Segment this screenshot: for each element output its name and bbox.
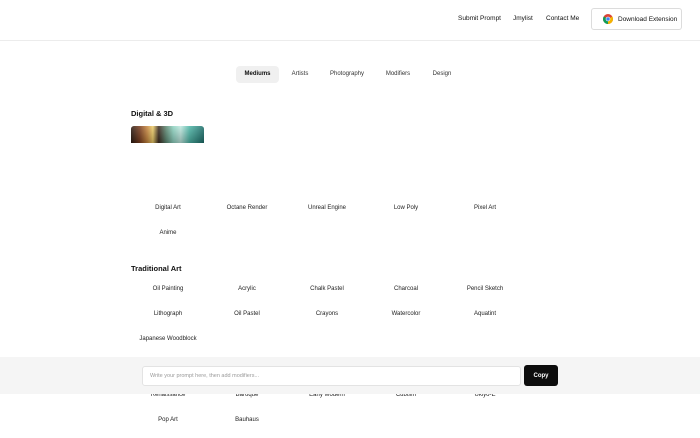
option-item[interactable]: Pop Art xyxy=(131,417,205,423)
section-title-traditional: Traditional Art xyxy=(131,264,182,273)
option-item[interactable]: Charcoal xyxy=(369,286,443,292)
nav-jmylist-link[interactable]: Jmylist xyxy=(513,15,533,22)
option-item[interactable]: Oil Pastel xyxy=(210,311,284,317)
option-item[interactable]: Aquatint xyxy=(448,311,522,317)
option-item[interactable]: Pixel Art xyxy=(448,205,522,211)
copy-button[interactable]: Copy xyxy=(524,365,558,386)
option-item[interactable]: Watercolor xyxy=(369,311,443,317)
option-item[interactable]: Crayons xyxy=(290,311,364,317)
option-item[interactable]: Japanese Woodblock xyxy=(131,336,205,342)
option-item[interactable]: Lithograph xyxy=(131,311,205,317)
top-navbar: Submit Prompt Jmylist Contact Me Downloa… xyxy=(0,0,700,41)
option-item[interactable]: Octane Render xyxy=(210,205,284,211)
option-item[interactable]: Oil Painting xyxy=(131,286,205,292)
chrome-icon xyxy=(603,14,613,24)
section-title-digital: Digital & 3D xyxy=(131,109,174,118)
nav-submit-prompt-link[interactable]: Submit Prompt xyxy=(458,15,501,22)
tab-mediums[interactable]: Mediums xyxy=(236,66,279,83)
option-item[interactable]: Bauhaus xyxy=(210,417,284,423)
download-extension-button[interactable]: Download Extension xyxy=(591,8,682,30)
preview-image xyxy=(131,126,204,143)
option-item[interactable]: Anime xyxy=(131,230,205,236)
option-item[interactable]: Digital Art xyxy=(131,205,205,211)
nav-contact-me-link[interactable]: Contact Me xyxy=(546,15,579,22)
option-item[interactable]: Low Poly xyxy=(369,205,443,211)
tab-artists[interactable]: Artists xyxy=(285,66,315,83)
tab-modifiers[interactable]: Modifiers xyxy=(379,66,417,83)
prompt-input[interactable] xyxy=(142,366,521,386)
option-item[interactable]: Unreal Engine xyxy=(290,205,364,211)
tab-design[interactable]: Design xyxy=(426,66,458,83)
option-item[interactable]: Acrylic xyxy=(210,286,284,292)
download-extension-label: Download Extension xyxy=(618,15,678,23)
page: Submit Prompt Jmylist Contact Me Downloa… xyxy=(0,0,700,438)
option-item[interactable]: Pencil Sketch xyxy=(448,286,522,292)
tab-photography[interactable]: Photography xyxy=(324,66,370,83)
option-item[interactable]: Chalk Pastel xyxy=(290,286,364,292)
